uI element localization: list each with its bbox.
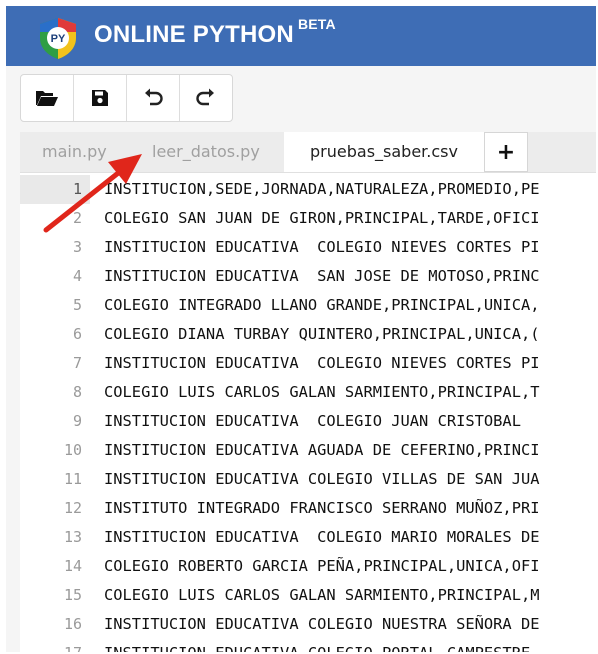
line-number: 14 <box>63 557 82 575</box>
redo-button[interactable] <box>180 75 232 121</box>
line-text: INSTITUCION EDUCATIVA COLEGIO VILLAS DE … <box>104 470 540 488</box>
line-text: INSTITUCION EDUCATIVA COLEGIO NIEVES COR… <box>104 238 540 256</box>
code-line[interactable]: 7 INSTITUCION EDUCATIVA COLEGIO NIEVES CO… <box>20 349 596 378</box>
tab-leer-datos-py[interactable]: leer_datos.py <box>152 132 260 172</box>
line-text: INSTITUCION EDUCATIVA COLEGIO MARIO MORA… <box>104 528 540 546</box>
add-tab-button[interactable]: + <box>484 132 528 172</box>
code-editor[interactable]: 1 INSTITUCION,SEDE,JORNADA,NATURALEZA,PRO… <box>20 173 596 652</box>
code-line[interactable]: 9 INSTITUCION EDUCATIVA COLEGIO JUAN CRIS… <box>20 407 596 436</box>
code-line[interactable]: 14 COLEGIO ROBERTO GARCIA PEÑA,PRINCIPAL,… <box>20 552 596 581</box>
line-text: INSTITUCION EDUCATIVA AGUADA DE CEFERINO… <box>104 441 540 459</box>
line-number: 9 <box>72 412 82 430</box>
line-number: 13 <box>63 528 82 546</box>
code-line[interactable]: 1 INSTITUCION,SEDE,JORNADA,NATURALEZA,PRO… <box>20 175 596 204</box>
line-text: COLEGIO INTEGRADO LLANO GRANDE,PRINCIPAL… <box>104 296 540 314</box>
line-text: INSTITUCION EDUCATIVA COLEGIO NUESTRA SE… <box>104 615 540 633</box>
line-text: INSTITUCION,SEDE,JORNADA,NATURALEZA,PROM… <box>104 180 540 198</box>
line-text: COLEGIO LUIS CARLOS GALAN SARMIENTO,PRIN… <box>104 586 540 604</box>
save-icon <box>92 90 108 106</box>
line-number: 8 <box>72 383 82 401</box>
save-button[interactable] <box>74 75 127 121</box>
code-line[interactable]: 11 INSTITUCION EDUCATIVA COLEGIO VILLAS D… <box>20 465 596 494</box>
line-text: INSTITUCION EDUCATIVA COLEGIO PORTAL CAM… <box>104 639 530 652</box>
line-number: 15 <box>63 586 82 604</box>
line-number: 7 <box>72 354 82 372</box>
tab-pruebas-saber-csv[interactable]: pruebas_saber.csv <box>284 132 484 172</box>
svg-text:PY: PY <box>51 33 66 45</box>
line-number: 2 <box>72 209 82 227</box>
app-header: PY ONLINE PYTHON BETA <box>6 6 596 66</box>
line-number: 10 <box>63 441 82 459</box>
code-line[interactable]: 16 INSTITUCION EDUCATIVA COLEGIO NUESTRA … <box>20 610 596 639</box>
python-shield-logo: PY <box>40 18 76 59</box>
line-text: INSTITUCION EDUCATIVA COLEGIO NIEVES COR… <box>104 354 540 372</box>
open-folder-icon <box>36 91 58 106</box>
line-text: COLEGIO SAN JUAN DE GIRON,PRINCIPAL,TARD… <box>104 209 540 227</box>
line-number: 4 <box>72 267 82 285</box>
code-line[interactable]: 8 COLEGIO LUIS CARLOS GALAN SARMIENTO,PRI… <box>20 378 596 407</box>
app-title: ONLINE PYTHON BETA <box>94 16 336 49</box>
redo-icon <box>196 88 214 106</box>
line-text: INSTITUCION EDUCATIVA SAN JOSE DE MOTOSO… <box>104 267 540 285</box>
line-number: 6 <box>72 325 82 343</box>
app-name: ONLINE PYTHON <box>94 21 294 48</box>
code-line[interactable]: 6 COLEGIO DIANA TURBAY QUINTERO,PRINCIPAL… <box>20 320 596 349</box>
code-line[interactable]: 5 COLEGIO INTEGRADO LLANO GRANDE,PRINCIPA… <box>20 291 596 320</box>
undo-button[interactable] <box>127 75 180 121</box>
line-text: INSTITUCION EDUCATIVA COLEGIO JUAN CRIST… <box>104 412 521 430</box>
line-number: 1 <box>20 175 90 204</box>
line-number: 11 <box>63 470 82 488</box>
code-line[interactable]: 3 INSTITUCION EDUCATIVA COLEGIO NIEVES CO… <box>20 233 596 262</box>
code-line[interactable]: 13 INSTITUCION EDUCATIVA COLEGIO MARIO MO… <box>20 523 596 552</box>
editor-toolbar <box>20 74 233 122</box>
line-number: 12 <box>63 499 82 517</box>
beta-badge: BETA <box>297 16 336 32</box>
line-number: 5 <box>72 296 82 314</box>
code-line[interactable]: 4 INSTITUCION EDUCATIVA SAN JOSE DE MOTOS… <box>20 262 596 291</box>
tab-main-py[interactable]: main.py <box>42 132 107 172</box>
app-window: PY ONLINE PYTHON BETA main.py leer_datos… <box>6 6 596 652</box>
line-text: COLEGIO ROBERTO GARCIA PEÑA,PRINCIPAL,UN… <box>104 557 540 575</box>
code-line[interactable]: 12 INSTITUTO INTEGRADO FRANCISCO SERRANO … <box>20 494 596 523</box>
open-file-button[interactable] <box>21 75 74 121</box>
file-tabs: main.py leer_datos.py pruebas_saber.csv … <box>20 132 596 173</box>
code-line[interactable]: 10 INSTITUCION EDUCATIVA AGUADA DE CEFERI… <box>20 436 596 465</box>
code-line[interactable]: 2 COLEGIO SAN JUAN DE GIRON,PRINCIPAL,TAR… <box>20 204 596 233</box>
line-text: COLEGIO DIANA TURBAY QUINTERO,PRINCIPAL,… <box>104 325 540 343</box>
line-text: INSTITUTO INTEGRADO FRANCISCO SERRANO MU… <box>104 499 540 517</box>
code-line[interactable]: 15 COLEGIO LUIS CARLOS GALAN SARMIENTO,PR… <box>20 581 596 610</box>
code-line[interactable]: 17 INSTITUCION EDUCATIVA COLEGIO PORTAL C… <box>20 639 596 652</box>
line-number: 17 <box>20 639 82 652</box>
line-number: 3 <box>72 238 82 256</box>
undo-icon <box>145 88 163 106</box>
line-number: 16 <box>63 615 82 633</box>
line-text: COLEGIO LUIS CARLOS GALAN SARMIENTO,PRIN… <box>104 383 540 401</box>
